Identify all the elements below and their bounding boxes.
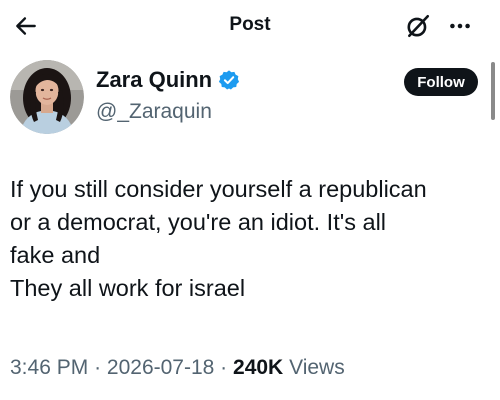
views-count[interactable]: 240K — [233, 356, 283, 379]
grok-icon — [407, 14, 430, 38]
tweet-text-line: or a democrat, you're an idiot. It's all — [10, 209, 387, 235]
tweet-text-line: They all work for israel — [10, 275, 246, 301]
meta-separator: · — [94, 356, 102, 379]
post-screen: Post Zara Quinn @_Zaraquin Follow If you… — [0, 0, 500, 400]
display-name[interactable]: Zara Quinn — [96, 67, 212, 93]
post-date[interactable]: 2026-07-18 — [107, 356, 214, 379]
scrollbar[interactable] — [491, 62, 495, 120]
tweet-text-line: If you still consider yourself a republi… — [10, 176, 427, 202]
post-time[interactable]: 3:46 PM — [10, 356, 88, 379]
verified-badge-icon — [219, 70, 240, 90]
views-label[interactable]: Views — [289, 356, 345, 379]
tweet-metadata: 3:46 PM · 2026-07-18 · 240K Views — [10, 356, 345, 380]
author-name-row[interactable]: Zara Quinn — [96, 67, 240, 93]
grok-button[interactable] — [402, 10, 434, 42]
profile-photo — [10, 60, 84, 134]
tweet-text: If you still consider yourself a republi… — [10, 173, 490, 305]
more-options-button[interactable] — [442, 10, 478, 42]
follow-button[interactable]: Follow — [404, 68, 478, 96]
tweet-text-line: fake and — [10, 242, 101, 268]
more-horizontal-icon — [450, 23, 470, 29]
meta-separator: · — [220, 356, 228, 379]
top-bar: Post — [0, 0, 500, 52]
avatar[interactable] — [10, 60, 84, 134]
author-handle[interactable]: @_Zaraquin — [96, 100, 212, 124]
